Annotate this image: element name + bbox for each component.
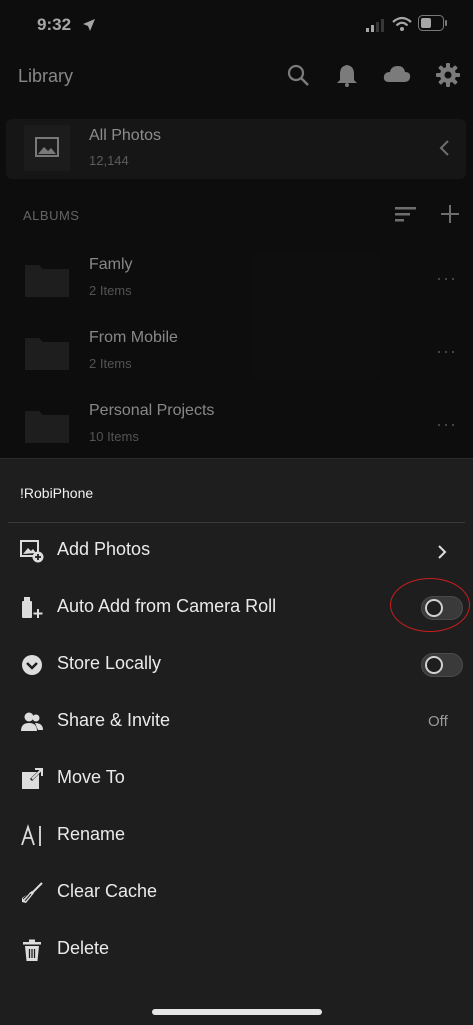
- delete-icon: [20, 938, 44, 962]
- menu-item-label: Store Locally: [57, 653, 162, 673]
- album-count: 10 Items: [89, 429, 139, 444]
- menu-item-clear-cache[interactable]: Clear Cache: [0, 865, 473, 922]
- chevron-left-icon[interactable]: [434, 133, 454, 163]
- menu-item-delete[interactable]: Delete: [0, 922, 473, 979]
- location-arrow-icon: [83, 19, 95, 31]
- auto-add-icon: [20, 596, 44, 620]
- status-time: 9:32: [37, 15, 72, 34]
- store-locally-icon: [20, 653, 44, 677]
- menu-item-label: Auto Add from Camera Roll: [57, 596, 277, 616]
- search-icon[interactable]: [285, 62, 311, 88]
- menu-item-add-photos[interactable]: Add Photos: [0, 523, 473, 580]
- sort-icon[interactable]: [394, 204, 418, 224]
- status-bar: 9:32: [0, 0, 473, 50]
- photo-thumbnail-icon: [24, 125, 70, 171]
- move-to-icon: [20, 767, 44, 791]
- home-indicator[interactable]: [152, 1009, 322, 1015]
- menu-item-label: Share & Invite: [57, 710, 171, 730]
- album-name: From Mobile: [89, 329, 178, 346]
- album-options-sheet: !RobiPhone Add Photos Auto Add from Came…: [0, 458, 473, 1025]
- page-title: Library: [18, 66, 74, 86]
- more-options-icon[interactable]: ···: [436, 341, 457, 362]
- toggle-knob: [425, 656, 443, 674]
- albums-section-header: ALBUMS: [23, 208, 80, 223]
- menu-item-share-invite[interactable]: Share & Invite Off: [0, 694, 473, 751]
- menu-item-label: Delete: [57, 938, 110, 958]
- album-count: 2 Items: [89, 356, 132, 371]
- red-highlight-circle: [390, 578, 470, 632]
- album-name: Personal Projects: [89, 402, 215, 419]
- cellular-signal-icon: [366, 19, 384, 32]
- sheet-title: !RobiPhone: [20, 485, 94, 501]
- menu-item-move-to[interactable]: Move To: [0, 751, 473, 808]
- wifi-icon: [392, 16, 412, 31]
- menu-item-label: Move To: [57, 767, 125, 787]
- album-row[interactable]: Famly 2 Items ···: [0, 243, 473, 313]
- folder-icon: [25, 265, 69, 297]
- rename-icon: [20, 824, 44, 848]
- chevron-right-icon: [438, 545, 447, 559]
- menu-item-label: Rename: [57, 824, 126, 844]
- more-options-icon[interactable]: ···: [436, 268, 457, 289]
- folder-icon: [25, 411, 69, 443]
- all-photos-row[interactable]: All Photos 12,144: [6, 119, 466, 179]
- album-name: Famly: [89, 256, 133, 273]
- add-album-icon[interactable]: [439, 203, 461, 225]
- menu-item-label: Add Photos: [57, 539, 151, 559]
- menu-item-store-locally[interactable]: Store Locally: [0, 637, 473, 694]
- share-invite-icon: [20, 710, 44, 734]
- all-photos-count: 12,144: [89, 153, 129, 168]
- cloud-icon[interactable]: [382, 62, 412, 88]
- gear-icon[interactable]: [435, 62, 461, 88]
- clear-cache-icon: [20, 881, 44, 905]
- more-options-icon[interactable]: ···: [436, 414, 457, 435]
- menu-item-rename[interactable]: Rename: [0, 808, 473, 865]
- album-row[interactable]: From Mobile 2 Items ···: [0, 316, 473, 386]
- battery-icon: [418, 15, 447, 31]
- share-status-value: Off: [428, 713, 448, 730]
- folder-icon: [25, 338, 69, 370]
- menu-item-label: Clear Cache: [57, 881, 158, 901]
- bell-icon[interactable]: [334, 62, 360, 88]
- all-photos-title: All Photos: [89, 127, 162, 144]
- add-photos-icon: [20, 539, 44, 563]
- store-locally-toggle[interactable]: [421, 653, 463, 677]
- album-row[interactable]: Personal Projects 10 Items ···: [0, 389, 473, 459]
- album-count: 2 Items: [89, 283, 132, 298]
